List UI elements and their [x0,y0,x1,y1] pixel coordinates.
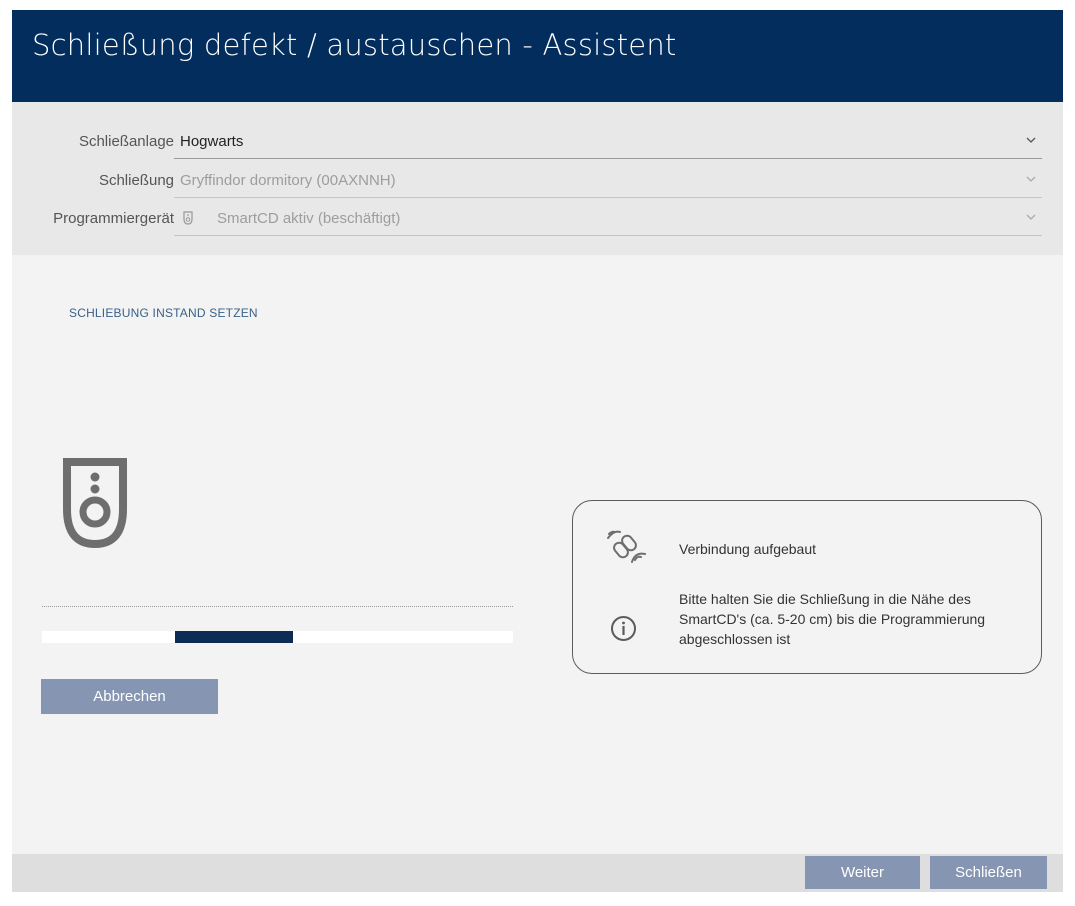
locking-system-label: Schließanlage [78,133,174,150]
window-title: Schließung defekt / austauschen - Assist… [32,28,677,62]
wizard-window: Schließung defekt / austauschen - Assist… [12,10,1063,892]
programming-device-value: SmartCD aktiv (beschäftigt) [217,210,401,227]
lock-label: Schließung [98,172,174,189]
progress-indicator [175,631,293,643]
programming-device-row: Programmiergerät SmartCD aktiv (beschäft… [12,202,1063,236]
status-info-box: Verbindung aufgebaut Bitte halten Sie di… [572,500,1042,674]
title-bar: Schließung defekt / austauschen - Assist… [12,10,1063,102]
chevron-down-icon [1026,214,1036,220]
locking-system-select[interactable]: Hogwarts [174,125,1042,159]
programming-device-label: Programmiergerät [53,210,174,227]
chevron-down-icon [1026,176,1036,182]
lock-cylinder-icon [63,458,127,549]
connection-status-text: Verbindung aufgebaut [679,541,817,557]
hint-text: Bitte halten Sie die Schließung in die N… [679,591,986,647]
next-button[interactable]: Weiter [805,856,920,889]
smartcd-device-icon [183,211,193,225]
section-title: SCHLIEBUNG INSTAND SETZEN [69,306,258,320]
selection-form: Schließanlage Hogwarts Schließung Gryffi… [12,102,1063,255]
close-button[interactable]: Schließen [930,856,1047,889]
lock-value: Gryffindor dormitory (00AXNNH) [180,172,396,189]
lock-row: Schließung Gryffindor dormitory (00AXNNH… [12,164,1063,198]
separator [42,606,513,607]
locking-system-row: Schließanlage Hogwarts [12,125,1063,159]
chevron-down-icon [1026,137,1036,143]
programming-device-select[interactable]: SmartCD aktiv (beschäftigt) [174,202,1042,236]
locking-system-value: Hogwarts [180,133,244,150]
info-icon [611,616,636,641]
wireless-link-icon [607,530,646,563]
cancel-button[interactable]: Abbrechen [41,679,218,714]
progress-bar [42,631,513,643]
lock-select[interactable]: Gryffindor dormitory (00AXNNH) [174,164,1042,198]
